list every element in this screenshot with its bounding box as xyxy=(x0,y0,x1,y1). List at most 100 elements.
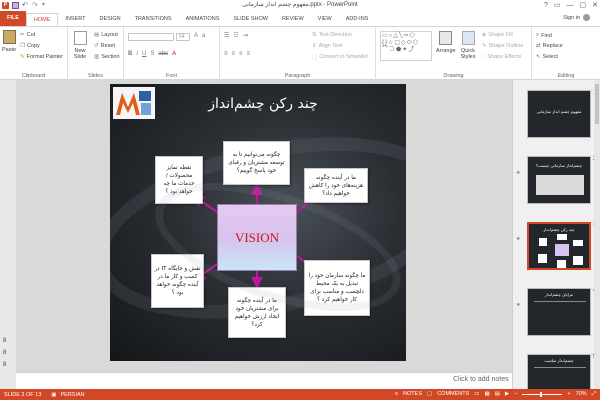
select-button[interactable]: ↖ Select xyxy=(536,54,558,60)
shape-fill-button[interactable]: ◈ Shape Fill xyxy=(482,32,513,38)
customize-qat-icon[interactable]: ▾ xyxy=(42,2,49,9)
replace-button[interactable]: ⇄ Replace xyxy=(536,43,563,49)
powerpoint-app-icon[interactable]: P xyxy=(2,2,9,9)
reset-button[interactable]: ↺ Reset xyxy=(94,43,115,49)
thumbnail-scrollbar[interactable] xyxy=(594,80,600,389)
left-number: 8 xyxy=(3,362,7,368)
align-left-icon[interactable]: ≡ xyxy=(224,51,228,57)
font-size-box[interactable]: 54 xyxy=(176,33,190,41)
find-button[interactable]: ⌕ Find xyxy=(536,32,552,39)
slideshow-icon[interactable]: ▶ xyxy=(505,389,509,400)
undo-icon[interactable]: ↶ xyxy=(22,2,29,9)
copy-button[interactable]: ❐ Copy xyxy=(20,43,40,49)
vision-center-box[interactable]: VISION xyxy=(217,204,297,271)
question-box-top[interactable]: چگونه می‌توانیم تا به توسعه مشتریان و رق… xyxy=(223,141,290,185)
quick-styles-button[interactable]: Quick Styles xyxy=(458,31,478,60)
paste-button[interactable]: Paste xyxy=(2,30,16,53)
tab-home[interactable]: HOME xyxy=(25,13,59,26)
bold-icon[interactable]: B xyxy=(128,51,132,57)
zoom-in-icon[interactable]: + xyxy=(567,389,570,400)
tab-transitions[interactable]: TRANSITIONS xyxy=(128,13,179,26)
comments-toggle[interactable]: COMMENTS xyxy=(437,389,469,400)
slide-count: SLIDE 3 OF 13 xyxy=(4,391,42,398)
ribbon-display-button[interactable]: ▭ xyxy=(554,0,561,11)
text-direction-icon: ⇅ xyxy=(312,32,317,38)
zoom-slider[interactable] xyxy=(522,392,563,397)
question-box-bottom[interactable]: ما در آینده چگونه برای مشتریان خود ایجاد… xyxy=(228,287,286,338)
indent-icon[interactable]: ⇥ xyxy=(243,32,248,39)
new-slide-button[interactable]: New Slide xyxy=(71,31,89,60)
tab-slide-show[interactable]: SLIDE SHOW xyxy=(226,13,275,26)
underline-icon[interactable]: U xyxy=(142,51,146,57)
justify-icon[interactable]: ≡ xyxy=(247,51,251,57)
question-box-upper-left[interactable]: نقطه تمایز محصولات / خدمات ما چه خواهد ب… xyxy=(155,156,203,204)
notes-pane[interactable]: Click to add notes xyxy=(16,372,512,389)
numbering-icon[interactable]: ☷ xyxy=(233,32,238,39)
bullets-icon[interactable]: ☰ xyxy=(224,32,229,39)
minimize-button[interactable]: — xyxy=(567,0,574,11)
fit-slide-icon[interactable]: ⤢ xyxy=(592,389,596,400)
thumbnail-slide-3[interactable]: چند رکن چشم‌انداز xyxy=(527,222,591,270)
language-indicator[interactable]: PERSIAN xyxy=(61,392,85,398)
help-button[interactable]: ? xyxy=(544,0,548,11)
replace-label: Replace xyxy=(542,43,563,49)
section-label: Section xyxy=(101,54,120,60)
slide-thumbnails-panel: مفهوم چشم انداز سازمانی 1 چشم‌انداز سازم… xyxy=(512,80,600,400)
reading-view-icon[interactable]: ▤ xyxy=(495,389,500,400)
question-box-upper-right[interactable]: ما در آینده چگونه هزینه‌های خود را کاهش … xyxy=(304,168,368,203)
thumbnail-slide-1[interactable]: مفهوم چشم انداز سازمانی xyxy=(527,90,591,138)
smartart-button[interactable]: ⬚ Convert to SmartArt xyxy=(312,54,368,60)
question-box-lower-left[interactable]: نقش و جایگاه IT در کسب و کار ما در آینده… xyxy=(151,254,204,308)
align-buttons: ≡ ≡ ≡ ≡ xyxy=(224,51,250,57)
grow-font-icon[interactable]: A xyxy=(194,33,198,39)
scrollbar-thumb[interactable] xyxy=(595,84,599,124)
shrink-font-icon[interactable]: a xyxy=(202,33,205,39)
editing-group-label: Editing xyxy=(557,73,575,79)
text-direction-button[interactable]: ⇅ Text Direction xyxy=(312,32,352,38)
thumbnail-slide-4[interactable]: مزایای چشم‌انداز xyxy=(527,288,591,336)
save-icon[interactable] xyxy=(12,2,19,9)
tab-review[interactable]: REVIEW xyxy=(275,13,311,26)
strikethrough-icon[interactable]: abc xyxy=(158,51,168,57)
tab-insert[interactable]: INSERT xyxy=(58,13,92,26)
format-painter-button[interactable]: ✎ Format Painter xyxy=(20,54,63,60)
font-color-icon[interactable]: A xyxy=(172,51,176,57)
question-box-lower-right[interactable]: ما چگونه سازمان خود را تبدیل به یک محیط … xyxy=(304,260,370,316)
shape-effects-button[interactable]: ◌ Shape Effects xyxy=(482,54,521,60)
tab-animations[interactable]: ANIMATIONS xyxy=(179,13,227,26)
zoom-out-icon[interactable]: − xyxy=(514,389,517,400)
close-button[interactable]: ✕ xyxy=(592,0,598,11)
italic-icon[interactable]: I xyxy=(136,51,138,57)
maximize-button[interactable]: ▢ xyxy=(580,0,587,11)
shapes-gallery[interactable]: ▭○△╲⇨⬠ {}☆▢◇⬭⬡ ⌒⊃⬟✦⤴ xyxy=(380,31,432,61)
tab-view[interactable]: VIEW xyxy=(311,13,339,26)
list-buttons: ☰ ☷ ⇥ xyxy=(224,32,248,39)
font-name-box[interactable] xyxy=(128,33,174,41)
arrange-button[interactable]: Arrange xyxy=(436,31,456,54)
spellcheck-icon[interactable]: ▣ xyxy=(51,392,56,398)
shape-outline-button[interactable]: ✎ Shape Outline xyxy=(482,43,523,49)
notes-toggle[interactable]: NOTES xyxy=(403,389,422,400)
tab-file[interactable]: FILE xyxy=(0,11,26,26)
arrange-label: Arrange xyxy=(436,48,456,54)
zoom-level[interactable]: 70% xyxy=(576,389,587,400)
redo-icon[interactable]: ↷ xyxy=(32,2,39,9)
tab-add-ins[interactable]: ADD-INS xyxy=(339,13,376,26)
cut-button[interactable]: ✂ Cut xyxy=(20,32,35,38)
section-button[interactable]: ▥ Section xyxy=(94,54,120,60)
effects-icon: ◌ xyxy=(482,54,486,60)
align-text-button[interactable]: ⇕ Align Text xyxy=(312,43,342,49)
align-center-icon[interactable]: ≡ xyxy=(232,51,236,57)
layout-button[interactable]: ▤ Layout xyxy=(94,32,118,38)
tab-design[interactable]: DESIGN xyxy=(93,13,128,26)
thumbnail-slide-2[interactable]: چشم‌انداز سازمانی چیست؟ xyxy=(527,156,591,204)
shadow-icon[interactable]: S xyxy=(150,51,154,57)
current-slide[interactable]: چند رکن چشم‌انداز VISION چگونه می‌توانیم… xyxy=(110,84,406,361)
thumbnail-box xyxy=(557,260,566,268)
shape-effects-label: Shape Effects xyxy=(487,54,522,60)
normal-view-icon[interactable]: ▭ xyxy=(474,389,479,400)
align-right-icon[interactable]: ≡ xyxy=(239,51,243,57)
sign-in[interactable]: Sign in xyxy=(563,14,590,21)
slide-sorter-icon[interactable]: ▦ xyxy=(485,389,490,400)
arrow-upper-left xyxy=(192,194,218,213)
